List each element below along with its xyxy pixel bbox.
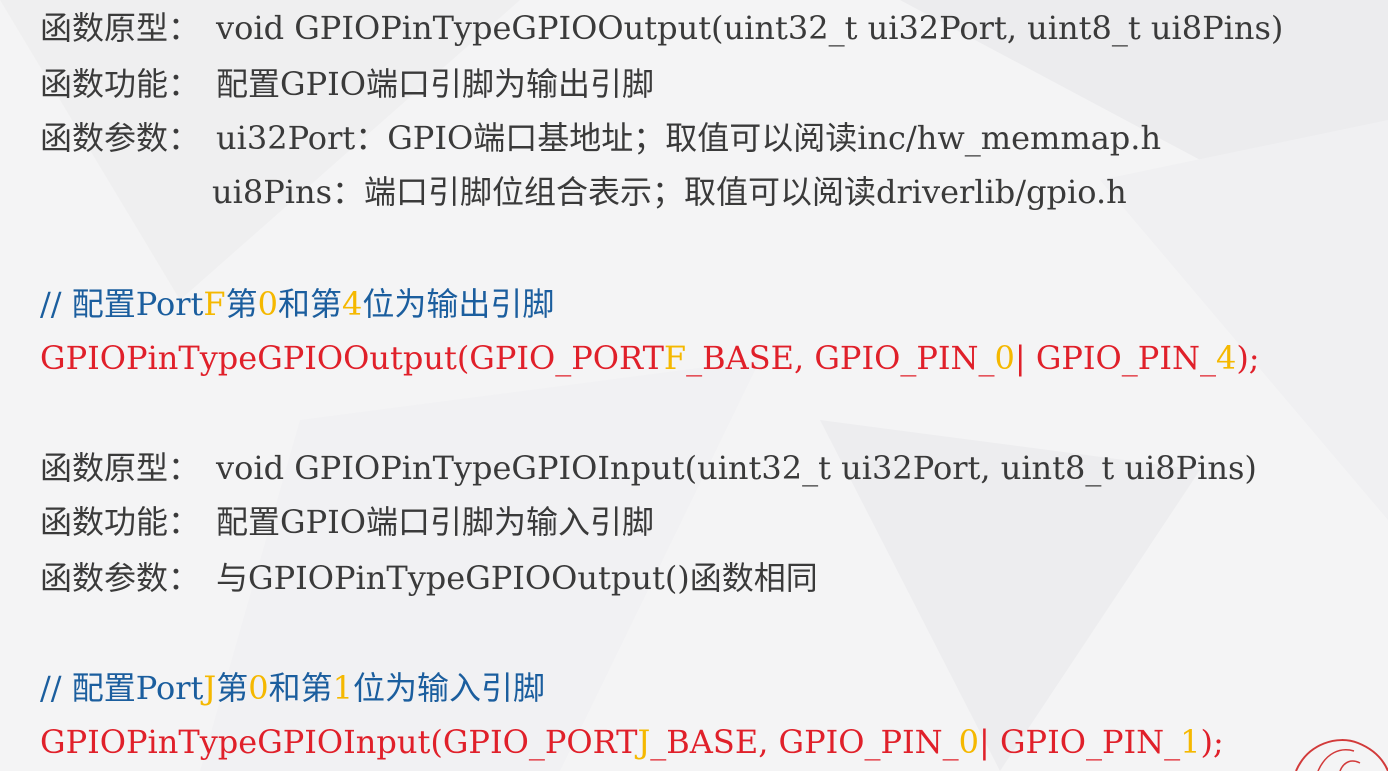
output-prototype-label: 函数原型： xyxy=(40,9,201,47)
input-params-line: 函数参数： 与GPIOPinTypeGPIOOutput()函数相同 xyxy=(40,556,818,600)
comment-portj-port-letter: J xyxy=(203,669,217,707)
code-output-text-1: GPIOPinTypeGPIOOutput(GPIO_PORT xyxy=(40,339,664,377)
code-output-port-letter: F xyxy=(663,339,687,377)
input-function-line: 函数功能： 配置GPIO端口引脚为输入引脚 xyxy=(40,500,654,544)
input-prototype-line: 函数原型： void GPIOPinTypeGPIOInput(uint32_t … xyxy=(40,446,1257,490)
output-prototype-line: 函数原型： void GPIOPinTypeGPIOOutput(uint32_t… xyxy=(40,6,1283,50)
output-params-label: 函数参数： xyxy=(40,119,201,157)
code-input-pin-a: 0 xyxy=(958,723,980,761)
code-input-port-letter: J xyxy=(637,723,651,761)
code-output-pin-a: 0 xyxy=(994,339,1015,377)
input-params-label: 函数参数： xyxy=(40,559,201,597)
code-output-call: GPIOPinTypeGPIOOutput(GPIO_PORTF_BASE, G… xyxy=(40,336,1260,380)
corner-decoration xyxy=(1295,739,1388,771)
comment-portj-text-3: 和第 xyxy=(268,669,333,707)
comment-portf-bit-b: 4 xyxy=(342,285,363,323)
input-prototype-label: 函数原型： xyxy=(40,449,201,487)
comment-portj-bit-a: 0 xyxy=(248,669,269,707)
comment-portj: // 配置PortJ第0和第1位为输入引脚 xyxy=(40,666,545,710)
output-param-ui8pins: ui8Pins：端口引脚位组合表示；取值可以阅读driverlib/gpio.h xyxy=(212,173,1127,211)
output-function-label: 函数功能： xyxy=(40,65,201,103)
comment-portj-bit-b: 1 xyxy=(332,669,353,707)
comment-portj-text-2: 第 xyxy=(216,669,249,707)
code-output-text-3: | GPIO_PIN_ xyxy=(1014,339,1216,377)
code-input-text-1: GPIOPinTypeGPIOInput(GPIO_PORT xyxy=(40,723,638,761)
code-input-text-3: | GPIO_PIN_ xyxy=(979,723,1181,761)
code-input-call: GPIOPinTypeGPIOInput(GPIO_PORTJ_BASE, GP… xyxy=(40,720,1224,764)
output-function-line: 函数功能： 配置GPIO端口引脚为输出引脚 xyxy=(40,62,654,106)
input-prototype-value: void GPIOPinTypeGPIOInput(uint32_t ui32P… xyxy=(216,449,1257,487)
output-params-line: 函数参数： ui32Port：GPIO端口基地址；取值可以阅读inc/hw_mem… xyxy=(40,116,1161,160)
input-function-value: 配置GPIO端口引脚为输入引脚 xyxy=(216,503,654,541)
code-input-text-4: ); xyxy=(1200,723,1224,761)
comment-portf-bit-a: 0 xyxy=(257,285,278,323)
input-params-value: 与GPIOPinTypeGPIOOutput()函数相同 xyxy=(216,559,818,597)
comment-portf-text-2: 第 xyxy=(225,285,258,323)
input-function-label: 函数功能： xyxy=(40,503,201,541)
comment-portf-text-3: 和第 xyxy=(277,285,342,323)
comment-portf-text-1: // 配置Port xyxy=(40,285,204,323)
code-output-text-4: ); xyxy=(1236,339,1260,377)
output-params-line-2: ui8Pins：端口引脚位组合表示；取值可以阅读driverlib/gpio.h xyxy=(212,170,1127,214)
output-param-ui32port: ui32Port：GPIO端口基地址；取值可以阅读inc/hw_memmap.h xyxy=(216,119,1162,157)
output-prototype-value: void GPIOPinTypeGPIOOutput(uint32_t ui32… xyxy=(216,9,1284,47)
comment-portf-text-4: 位为输出引脚 xyxy=(362,285,555,323)
code-output-pin-b: 4 xyxy=(1215,339,1237,377)
comment-portf: // 配置PortF第0和第4位为输出引脚 xyxy=(40,282,554,326)
output-function-value: 配置GPIO端口引脚为输出引脚 xyxy=(216,65,654,103)
comment-portf-port-letter: F xyxy=(203,285,226,323)
code-input-text-2: _BASE, GPIO_PIN_ xyxy=(650,723,959,761)
code-output-text-2: _BASE, GPIO_PIN_ xyxy=(686,339,995,377)
comment-portj-text-1: // 配置Port xyxy=(40,669,204,707)
code-input-pin-b: 1 xyxy=(1180,723,1201,761)
comment-portj-text-4: 位为输入引脚 xyxy=(352,669,545,707)
